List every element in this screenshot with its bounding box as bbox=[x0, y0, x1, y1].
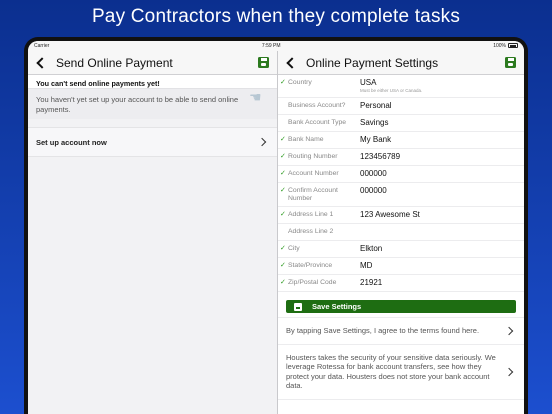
field-value[interactable]: Personal bbox=[360, 101, 524, 111]
field-label: City bbox=[288, 245, 300, 252]
check-icon: ✓ bbox=[280, 170, 286, 177]
hand-pointer-icon: ☚ bbox=[249, 89, 262, 105]
check-icon: ✓ bbox=[280, 101, 288, 111]
settings-form: ✓ Country USA Must be either USA or Cana… bbox=[278, 75, 524, 292]
security-text: Housters takes the security of your sens… bbox=[286, 352, 496, 391]
left-navbar: Send Online Payment bbox=[28, 51, 277, 75]
carrier-label: Carrier bbox=[34, 43, 50, 49]
field-label: Bank Name bbox=[288, 136, 324, 143]
field-value[interactable]: 123456789 bbox=[360, 152, 524, 162]
save-button-container: Save Settings bbox=[278, 292, 524, 318]
check-icon: ✓ bbox=[280, 211, 286, 218]
field-label: Bank Account Type bbox=[288, 119, 347, 126]
terms-row[interactable]: By tapping Save Settings, I agree to the… bbox=[278, 318, 524, 345]
field-bank-account-type[interactable]: ✓ Bank Account Type Savings bbox=[278, 115, 524, 132]
field-value[interactable]: USA Must be either USA or Canada. bbox=[360, 78, 524, 94]
setup-account-row[interactable]: Set up account now bbox=[28, 127, 277, 157]
right-navbar: Online Payment Settings bbox=[278, 51, 524, 75]
field-label: Country bbox=[288, 79, 312, 86]
battery-percent: 100% bbox=[493, 43, 506, 49]
battery-status: 100% bbox=[493, 43, 518, 49]
field-value[interactable]: 21921 bbox=[360, 278, 524, 288]
field-city[interactable]: ✓ City Elkton bbox=[278, 241, 524, 258]
check-icon: ✓ bbox=[280, 153, 286, 160]
field-label: Zip/Postal Code bbox=[288, 279, 337, 286]
chevron-right-icon bbox=[504, 326, 514, 335]
field-label: Routing Number bbox=[288, 153, 338, 160]
status-time: 7:59 PM bbox=[261, 43, 281, 49]
right-page-title: Online Payment Settings bbox=[306, 55, 439, 70]
field-state-province[interactable]: ✓ State/Province MD bbox=[278, 258, 524, 275]
save-icon[interactable] bbox=[258, 57, 269, 68]
country-value: USA bbox=[360, 78, 377, 87]
check-icon: ✓ bbox=[280, 262, 286, 269]
field-confirm-account-number[interactable]: ✓ Confirm Account Number 000000 bbox=[278, 183, 524, 207]
check-icon: ✓ bbox=[280, 227, 288, 237]
tablet-frame: Carrier 7:59 PM 100% Send Online Payment… bbox=[24, 37, 528, 414]
field-address-line-1[interactable]: ✓ Address Line 1 123 Awesome St bbox=[278, 207, 524, 224]
field-routing-number[interactable]: ✓ Routing Number 123456789 bbox=[278, 149, 524, 166]
field-label: Account Number bbox=[288, 170, 339, 177]
field-business-account[interactable]: ✓ Business Account? Personal bbox=[278, 98, 524, 115]
field-value[interactable]: My Bank bbox=[360, 135, 524, 145]
field-account-number[interactable]: ✓ Account Number 000000 bbox=[278, 166, 524, 183]
save-icon bbox=[294, 302, 302, 311]
field-value[interactable]: 000000 bbox=[360, 169, 524, 179]
save-settings-label: Save Settings bbox=[312, 302, 362, 311]
check-icon: ✓ bbox=[280, 187, 286, 194]
save-settings-button[interactable]: Save Settings bbox=[286, 300, 516, 313]
battery-icon bbox=[507, 43, 518, 49]
field-label: Business Account? bbox=[288, 102, 346, 109]
field-country[interactable]: ✓ Country USA Must be either USA or Cana… bbox=[278, 75, 524, 98]
field-value[interactable]: MD bbox=[360, 261, 524, 271]
left-page-title: Send Online Payment bbox=[56, 55, 173, 70]
save-icon[interactable] bbox=[505, 57, 516, 68]
check-icon: ✓ bbox=[280, 136, 286, 143]
right-pane: Online Payment Settings ✓ Country USA Mu… bbox=[278, 51, 524, 414]
warning-text: You haven't yet set up your account to b… bbox=[36, 95, 239, 114]
terms-text: By tapping Save Settings, I agree to the… bbox=[286, 326, 480, 335]
field-bank-name[interactable]: ✓ Bank Name My Bank bbox=[278, 132, 524, 149]
field-value[interactable]: Elkton bbox=[360, 244, 524, 254]
security-info-row[interactable]: Housters takes the security of your sens… bbox=[278, 345, 524, 400]
status-bar: Carrier 7:59 PM 100% bbox=[28, 41, 524, 51]
field-label: State/Province bbox=[288, 262, 333, 269]
check-icon: ✓ bbox=[280, 118, 288, 128]
field-value[interactable]: Savings bbox=[360, 118, 524, 128]
field-zip-postal-code[interactable]: ✓ Zip/Postal Code 21921 bbox=[278, 275, 524, 292]
country-hint: Must be either USA or Canada. bbox=[360, 88, 423, 93]
field-label: Address Line 2 bbox=[288, 228, 334, 235]
field-label: Confirm Account Number bbox=[288, 187, 338, 202]
check-icon: ✓ bbox=[280, 279, 286, 286]
field-value[interactable]: 123 Awesome St bbox=[360, 210, 524, 220]
warning-body: You haven't yet set up your account to b… bbox=[28, 89, 277, 119]
check-icon: ✓ bbox=[280, 245, 286, 252]
field-address-line-2[interactable]: ✓ Address Line 2 bbox=[278, 224, 524, 241]
field-value[interactable]: 000000 bbox=[360, 186, 524, 196]
left-pane: Send Online Payment You can't send onlin… bbox=[28, 51, 278, 414]
chevron-right-icon bbox=[257, 137, 267, 147]
screen: Carrier 7:59 PM 100% Send Online Payment… bbox=[28, 41, 524, 414]
back-chevron-icon[interactable] bbox=[286, 56, 298, 69]
chevron-right-icon bbox=[504, 367, 514, 376]
field-label: Address Line 1 bbox=[288, 211, 334, 218]
warning-title: You can't send online payments yet! bbox=[28, 75, 277, 89]
back-chevron-icon[interactable] bbox=[36, 56, 48, 69]
check-icon: ✓ bbox=[280, 79, 286, 86]
setup-account-label: Set up account now bbox=[36, 137, 107, 147]
headline: Pay Contractors when they complete tasks bbox=[91, 6, 461, 27]
